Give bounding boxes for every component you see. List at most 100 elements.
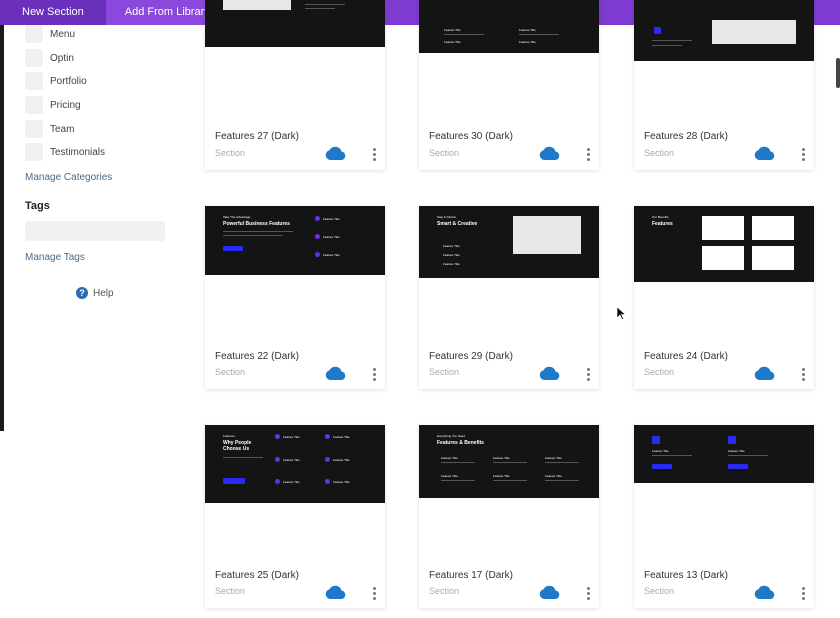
tags-heading: Tags — [25, 200, 50, 212]
preview-line — [444, 34, 484, 35]
category-label: Optin — [50, 52, 74, 64]
card-title: Features 30 (Dark) — [429, 131, 513, 142]
preview-line — [728, 455, 768, 456]
help-icon: ? — [76, 287, 88, 299]
more-options-icon[interactable] — [587, 368, 591, 383]
preview-feature-title: Feature Title — [333, 480, 350, 484]
preview-feature-icon — [325, 457, 330, 462]
layout-card-features-22[interactable]: Take The Advantage Powerful Business Fea… — [205, 206, 385, 389]
preview-line — [441, 462, 475, 463]
category-checkbox[interactable] — [25, 143, 43, 161]
help-label: Help — [93, 287, 114, 299]
preview-feature-title: Feature Title — [519, 40, 536, 44]
cloud-icon — [754, 146, 775, 160]
card-title: Features 17 (Dark) — [429, 570, 513, 581]
preview-line — [545, 462, 579, 463]
preview-eyebrow: Everything You Need — [437, 434, 466, 438]
preview-line — [441, 480, 475, 481]
preview-eyebrow: Features — [223, 434, 235, 438]
category-checkbox[interactable] — [25, 49, 43, 67]
preview-feature-title: Feature Title — [443, 253, 460, 257]
cloud-icon — [754, 366, 775, 380]
preview-feature-title: Feature Title — [728, 449, 745, 453]
category-item-pricing[interactable]: Pricing — [25, 96, 81, 114]
more-options-icon[interactable] — [373, 587, 377, 602]
preview-feature-icon — [275, 457, 280, 462]
layout-card-features-24[interactable]: Our Benefits Features Features 24 (Dark)… — [634, 206, 814, 389]
card-title: Features 27 (Dark) — [215, 131, 299, 142]
category-item-portfolio[interactable]: Portfolio — [25, 72, 87, 90]
preview-feature-icon — [315, 234, 320, 239]
category-label: Testimonials — [50, 146, 106, 158]
category-checkbox[interactable] — [25, 72, 43, 90]
tab-new-section[interactable]: New Section — [0, 0, 106, 25]
card-title: Features 25 (Dark) — [215, 570, 299, 581]
layout-card-features-29[interactable]: Stay In Motion Smart & Creative Feature … — [419, 206, 599, 389]
preview-line — [652, 45, 682, 46]
layout-card-features-28[interactable]: Features 28 (Dark) Section — [634, 0, 814, 170]
more-options-icon[interactable] — [587, 148, 591, 163]
preview-eyebrow: Stay In Motion — [437, 215, 457, 219]
scrollbar-thumb[interactable] — [836, 58, 840, 88]
category-checkbox[interactable] — [25, 25, 43, 43]
category-item-menu[interactable]: Menu — [25, 25, 75, 43]
card-type: Section — [644, 367, 675, 377]
layout-card-features-30[interactable]: Feature Title Feature Title Feature Titl… — [419, 0, 599, 170]
layout-card-features-25[interactable]: Features Why People Choose Us Feature Ti… — [205, 425, 385, 608]
category-item-team[interactable]: Team — [25, 120, 74, 138]
help-link[interactable]: ? Help — [76, 287, 114, 299]
layout-preview: Features Why People Choose Us Feature Ti… — [205, 425, 385, 503]
preview-line — [223, 235, 283, 236]
preview-feature-title: Feature Title — [323, 217, 340, 221]
more-options-icon[interactable] — [802, 587, 806, 602]
preview-feature-title: Feature Title — [283, 480, 300, 484]
more-options-icon[interactable] — [802, 368, 806, 383]
preview-heading: Features — [652, 221, 673, 227]
preview-line — [305, 8, 335, 9]
category-checkbox[interactable] — [25, 96, 43, 114]
preview-icon-badge — [654, 27, 661, 34]
preview-line — [652, 455, 692, 456]
preview-eyebrow: Our Benefits — [652, 215, 669, 219]
card-type: Section — [644, 586, 675, 596]
preview-heading: Smart & Creative — [437, 221, 478, 227]
more-options-icon[interactable] — [373, 148, 377, 163]
category-label: Portfolio — [50, 75, 87, 87]
preview-icon-badge — [728, 436, 736, 444]
preview-feature-title: Feature Title — [441, 456, 458, 460]
preview-line — [223, 231, 293, 232]
category-checkbox[interactable] — [25, 120, 43, 138]
layout-card-features-17[interactable]: Everything You Need Features & Benefits … — [419, 425, 599, 608]
manage-categories-link[interactable]: Manage Categories — [25, 172, 112, 183]
preview-feature-icon — [275, 434, 280, 439]
category-item-optin[interactable]: Optin — [25, 49, 74, 67]
layout-card-features-13[interactable]: Feature Title Feature Title Features 13 … — [634, 425, 814, 608]
layout-preview: Our Benefits Features — [634, 206, 814, 282]
layout-preview: Everything You Need Features & Benefits … — [419, 425, 599, 498]
layout-preview: Feature Title Feature Title — [634, 425, 814, 483]
cloud-icon — [754, 585, 775, 599]
card-title: Features 13 (Dark) — [644, 570, 728, 581]
preview-eyebrow: Take The Advantage — [223, 215, 251, 219]
mouse-cursor-icon — [617, 307, 626, 320]
preview-button — [652, 464, 672, 469]
category-item-testimonials[interactable]: Testimonials — [25, 143, 105, 161]
preview-feature-title: Feature Title — [444, 28, 461, 32]
cloud-icon — [325, 146, 346, 160]
category-label: Menu — [50, 28, 76, 40]
preview-heading: Powerful Business Features — [223, 221, 290, 227]
preview-button — [223, 478, 245, 484]
tags-input[interactable] — [25, 221, 165, 241]
preview-heading: Features & Benefits — [437, 440, 484, 446]
layout-preview — [634, 0, 814, 61]
preview-feature-box — [752, 246, 794, 270]
preview-feature-icon — [275, 479, 280, 484]
more-options-icon[interactable] — [802, 148, 806, 163]
preview-feature-title: Feature Title — [545, 456, 562, 460]
more-options-icon[interactable] — [373, 368, 377, 383]
manage-tags-link[interactable]: Manage Tags — [25, 252, 85, 263]
more-options-icon[interactable] — [587, 587, 591, 602]
preview-feature-icon — [325, 479, 330, 484]
layout-card-features-27[interactable]: Features 27 (Dark) Section — [205, 0, 385, 170]
image-placeholder — [513, 216, 581, 254]
